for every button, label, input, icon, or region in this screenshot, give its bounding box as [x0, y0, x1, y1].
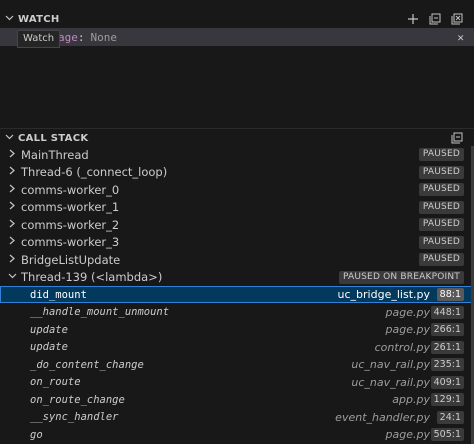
frame-function-name: did_mount	[30, 288, 87, 301]
chevron-right-icon	[7, 184, 17, 196]
stack-frame-row[interactable]: update control.py 261:1	[0, 339, 474, 356]
chevron-down-icon	[3, 132, 15, 144]
thread-row[interactable]: MainThread PAUSED	[0, 146, 474, 163]
status-badge: PAUSED	[418, 253, 464, 266]
watch-separator: :	[77, 30, 85, 44]
chevron-right-icon	[7, 201, 17, 213]
stack-frame-row[interactable]: update page.py 266:1	[0, 321, 474, 338]
collapse-all-icon[interactable]	[428, 12, 442, 26]
status-badge: PAUSED	[418, 148, 464, 161]
frame-line-badge: 261:1	[430, 340, 464, 354]
thread-name: comms-worker_2	[21, 217, 120, 232]
close-icon[interactable]: ✕	[457, 28, 464, 46]
watch-expression-row[interactable]: age: None ✕	[0, 28, 474, 46]
collapse-all-icon[interactable]	[450, 131, 464, 145]
thread-row[interactable]: Thread-139 (<lambda>) PAUSED ON BREAKPOI…	[0, 269, 474, 286]
stack-frame-row[interactable]: did_mount uc_bridge_list.py 88:1	[0, 286, 474, 303]
frame-line-badge: 235:1	[430, 358, 464, 371]
status-badge: PAUSED	[418, 218, 464, 231]
status-badge: PAUSED ON BREAKPOINT	[338, 270, 464, 284]
frame-function-name: _do_content_change	[30, 358, 144, 371]
thread-name: comms-worker_3	[21, 235, 120, 249]
thread-name: MainThread	[21, 147, 89, 162]
stack-frame-row[interactable]: __handle_mount_unmount page.py 448:1	[0, 304, 474, 321]
callstack-title: CALL STACK	[18, 132, 89, 144]
status-badge: PAUSED	[418, 183, 464, 196]
close-all-icon[interactable]	[450, 12, 464, 26]
frame-line-badge: 88:1	[436, 288, 464, 301]
frame-function-name: on_route	[30, 376, 81, 388]
frame-file-name: page.py	[385, 305, 430, 319]
frame-function-name: __handle_mount_unmount	[30, 306, 170, 318]
frame-function-name: update	[30, 323, 68, 336]
thread-name: comms-worker_0	[21, 182, 120, 197]
chevron-down-icon	[7, 271, 17, 283]
frame-line-badge: 129:1	[430, 393, 464, 406]
frame-file-name: event_handler.py	[335, 410, 430, 424]
stack-frame-row[interactable]: _do_content_change uc_nav_rail.py 235:1	[0, 356, 474, 373]
stack-frame-row[interactable]: go page.py 505:1	[0, 426, 474, 443]
status-badge: PAUSED	[418, 165, 464, 179]
frame-line-badge: 24:1	[436, 410, 464, 424]
thread-row[interactable]: comms-worker_2 PAUSED	[0, 216, 474, 233]
thread-row[interactable]: comms-worker_0 PAUSED	[0, 181, 474, 198]
thread-row[interactable]: Thread-6 (_connect_loop) PAUSED	[0, 164, 474, 181]
frame-function-name: go	[30, 428, 43, 441]
chevron-right-icon	[7, 166, 17, 178]
thread-name: comms-worker_1	[21, 200, 120, 214]
status-badge: PAUSED	[418, 200, 464, 214]
frame-function-name: __sync_handler	[30, 411, 119, 423]
watch-title: WATCH	[18, 13, 60, 25]
watch-tooltip: Watch	[17, 30, 61, 48]
frame-file-name: app.py	[392, 393, 430, 406]
chevron-right-icon	[7, 236, 17, 248]
frame-line-badge: 266:1	[430, 323, 464, 336]
watch-expression: age	[58, 30, 78, 44]
thread-name: Thread-139 (<lambda>)	[21, 270, 163, 284]
frame-line-badge: 505:1	[430, 428, 464, 441]
chevron-right-icon	[7, 254, 17, 266]
watch-section-header[interactable]: WATCH	[0, 10, 474, 28]
frame-file-name: control.py	[374, 340, 430, 354]
chevron-right-icon	[7, 219, 17, 231]
frame-file-name: page.py	[385, 323, 430, 336]
frame-function-name: on_route_change	[30, 393, 125, 406]
callstack-section-header[interactable]: CALL STACK	[0, 129, 474, 147]
thread-row[interactable]: BridgeListUpdate PAUSED	[0, 251, 474, 268]
stack-frame-row[interactable]: on_route uc_nav_rail.py 409:1	[0, 374, 474, 391]
status-badge: PAUSED	[418, 235, 464, 249]
frame-file-name: page.py	[385, 428, 430, 441]
thread-name: BridgeListUpdate	[21, 252, 121, 267]
chevron-down-icon	[3, 13, 15, 25]
thread-row[interactable]: comms-worker_3 PAUSED	[0, 234, 474, 251]
stack-frame-row[interactable]: on_route_change app.py 129:1	[0, 391, 474, 408]
plus-icon[interactable]	[406, 12, 420, 26]
thread-name: Thread-6 (_connect_loop)	[21, 165, 168, 179]
frame-line-badge: 409:1	[430, 375, 464, 389]
frame-file-name: uc_bridge_list.py	[337, 288, 430, 301]
watch-value: None	[90, 30, 118, 44]
chevron-right-icon	[7, 149, 17, 161]
frame-file-name: uc_nav_rail.py	[351, 375, 430, 389]
thread-row[interactable]: comms-worker_1 PAUSED	[0, 199, 474, 216]
frame-function-name: update	[30, 341, 68, 353]
frame-line-badge: 448:1	[430, 305, 464, 319]
stack-frame-row[interactable]: __sync_handler event_handler.py 24:1	[0, 409, 474, 426]
frame-file-name: uc_nav_rail.py	[351, 358, 430, 371]
